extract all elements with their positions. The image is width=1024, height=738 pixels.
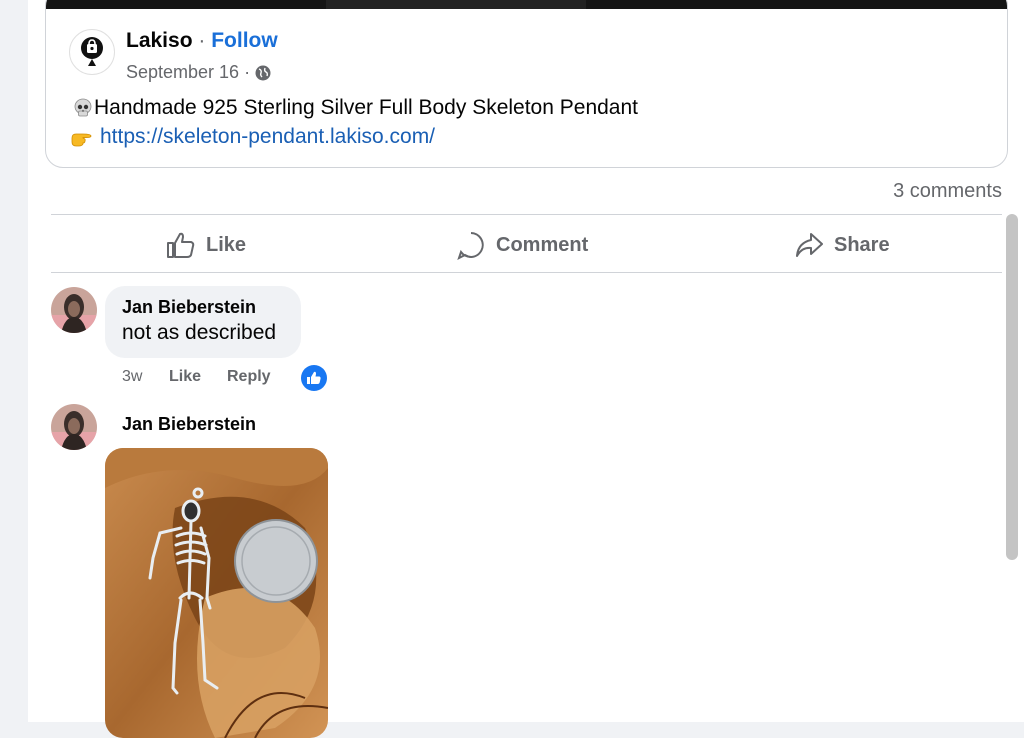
comment-reply-button[interactable]: Reply: [227, 368, 271, 386]
comment-author[interactable]: Jan Bieberstein: [122, 297, 256, 318]
comment-author[interactable]: Jan Bieberstein: [122, 414, 256, 435]
avatar[interactable]: [51, 287, 97, 333]
comment-photo[interactable]: [105, 448, 328, 738]
post-date[interactable]: September 16 ·: [126, 62, 250, 83]
skeleton-pendant-photo: [105, 448, 328, 738]
thumbs-up-icon: [167, 232, 195, 258]
comment-time[interactable]: 3w: [122, 368, 142, 386]
comment-bubble-icon: [457, 232, 484, 260]
comments-count[interactable]: 3 comments: [893, 180, 1002, 203]
post-link-row: https://skeleton-pendant.lakiso.com/: [70, 125, 435, 149]
like-button[interactable]: Like: [166, 228, 246, 262]
divider: [51, 214, 1002, 215]
share-arrow-icon: [796, 233, 823, 257]
page-avatar[interactable]: [69, 29, 115, 75]
follow-button[interactable]: Follow: [211, 29, 278, 52]
share-label: Share: [834, 233, 890, 256]
globe-icon: [255, 65, 271, 80]
lakiso-logo-icon: [81, 37, 103, 66]
post-link[interactable]: https://skeleton-pendant.lakiso.com/: [100, 125, 435, 149]
avatar[interactable]: [51, 404, 97, 450]
pointing-hand-icon: [71, 133, 92, 147]
user-avatar-image: [51, 404, 97, 450]
comment-label: Comment: [496, 233, 589, 256]
post-card: Lakiso · Follow September 16 · Handmade …: [45, 0, 1008, 168]
comment-text: not as described: [122, 321, 277, 344]
like-reaction-badge[interactable]: [301, 365, 327, 391]
post-media-strip[interactable]: [46, 0, 1007, 9]
share-button[interactable]: Share: [794, 228, 890, 262]
post-header: Lakiso · Follow: [126, 29, 278, 53]
divider: [51, 272, 1002, 273]
comment-button[interactable]: Comment: [456, 228, 588, 262]
user-avatar-image: [51, 287, 97, 333]
like-label: Like: [206, 233, 247, 256]
post-timestamp: September 16 ·: [126, 62, 272, 83]
comment-like-button[interactable]: Like: [169, 368, 201, 386]
post-text: Handmade 925 Sterling Silver Full Body S…: [72, 96, 638, 120]
skull-icon: [74, 98, 92, 117]
header-separator: ·: [198, 29, 206, 52]
post-text-content: Handmade 925 Sterling Silver Full Body S…: [94, 96, 638, 119]
thumbs-up-filled-icon: [307, 371, 321, 384]
scrollbar-thumb[interactable]: [1006, 214, 1018, 560]
post-author[interactable]: Lakiso: [126, 29, 193, 52]
